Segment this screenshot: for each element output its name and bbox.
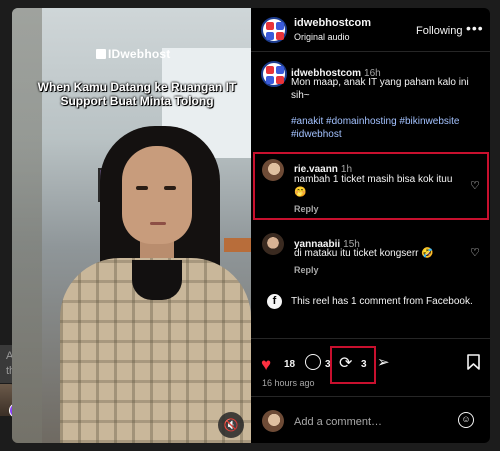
comments-panel: idwebhostcom Original audio Following ••… [251, 8, 490, 443]
caption-avatar[interactable] [261, 61, 287, 87]
comment-text: di mataku itu ticket kongserr 🤣 [294, 248, 434, 259]
share-icon[interactable]: ➢ [377, 353, 390, 371]
reposts-count[interactable]: 3 [361, 359, 367, 370]
reel-video[interactable]: IDwebhost When Kamu Datang ke Ruangan IT… [12, 8, 251, 443]
person-face [122, 146, 192, 244]
person-mouth [150, 222, 166, 225]
video-caption-overlay: When Kamu Datang ke Ruangan IT Support B… [37, 80, 237, 108]
emoji-icon[interactable]: ☺ [458, 412, 474, 428]
caption-hashtags[interactable]: #anakit #domainhosting #bikinwebsite #id… [291, 115, 486, 141]
person-eye-right [164, 186, 176, 190]
comment-avatar[interactable] [262, 233, 284, 255]
likes-count[interactable]: 18 [284, 359, 295, 370]
repost-highlight-box [330, 346, 376, 384]
reel-viewer: Add a thought... ♫ IDwebhost When Kamu D… [0, 0, 500, 451]
header-divider [251, 51, 490, 52]
header-audio-label[interactable]: Original audio [294, 32, 350, 42]
repost-icon[interactable]: ⟳ [339, 353, 352, 373]
comment-icon[interactable] [305, 354, 321, 370]
person-eye-left [136, 186, 148, 190]
bookmark-icon[interactable] [467, 354, 480, 373]
composer-avatar [262, 410, 284, 432]
comment-avatar[interactable] [262, 159, 284, 181]
header-account-name[interactable]: idwebhostcom [294, 17, 371, 29]
following-button[interactable]: Following [416, 25, 462, 37]
video-watermark: IDwebhost [96, 47, 170, 61]
watermark-logo-icon [96, 49, 106, 59]
like-heart-icon[interactable]: ♥ [261, 355, 271, 375]
reply-button[interactable]: Reply [294, 265, 319, 275]
facebook-comment-note: This reel has 1 comment from Facebook. [291, 296, 473, 307]
facebook-icon: f [267, 294, 282, 309]
composer-divider [251, 396, 490, 397]
ellipsis-icon[interactable]: ••• [466, 20, 484, 36]
add-comment-input[interactable]: Add a comment… [294, 416, 382, 428]
speaker-muted-icon[interactable]: 🔇 [218, 412, 244, 438]
comment-text: nambah 1 ticket masih bisa kok ituu 🤭 [294, 174, 453, 198]
bookmark-icon-svg [467, 354, 480, 370]
post-time-ago: 16 hours ago [262, 378, 315, 388]
person-collar [132, 260, 182, 300]
header-avatar[interactable] [261, 17, 287, 43]
heart-icon[interactable]: ♡ [470, 246, 480, 259]
watermark-text: IDwebhost [108, 47, 171, 61]
actions-divider [251, 338, 490, 339]
caption-text: Mon maap, anak IT yang paham kalo ini si… [291, 77, 469, 101]
video-desk [224, 238, 251, 252]
heart-icon[interactable]: ♡ [470, 179, 480, 192]
reply-button[interactable]: Reply [294, 204, 319, 214]
